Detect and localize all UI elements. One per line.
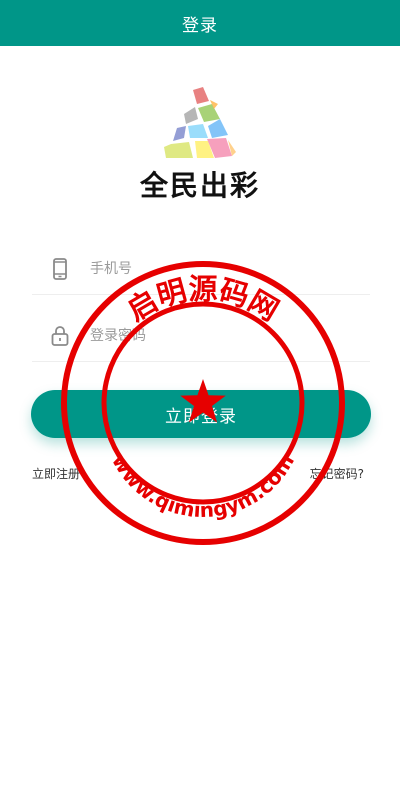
password-field [32, 311, 370, 362]
password-input[interactable] [88, 327, 332, 345]
mobile-phone-icon [50, 257, 70, 281]
top-bar: 登录 [0, 0, 400, 46]
lock-icon [50, 324, 70, 348]
register-link[interactable]: 立即注册 [32, 465, 80, 482]
app-logo [164, 87, 236, 158]
login-button[interactable]: 立即登录 [31, 390, 371, 438]
page-title: 登录 [182, 15, 218, 36]
forgot-password-link[interactable]: 忘记密码? [310, 465, 364, 482]
login-page: 登录 全民出彩 手机号 立即登录 立即注册 忘记密码? 启明源码网 www.qi… [0, 0, 400, 800]
phone-field [32, 244, 370, 295]
brand-name: 全民出彩 [139, 169, 260, 202]
watermark-bottom-text: www.qimingym.com [107, 450, 299, 522]
svg-text:www.qimingym.com: www.qimingym.com [107, 450, 299, 522]
phone-input[interactable] [88, 260, 332, 278]
